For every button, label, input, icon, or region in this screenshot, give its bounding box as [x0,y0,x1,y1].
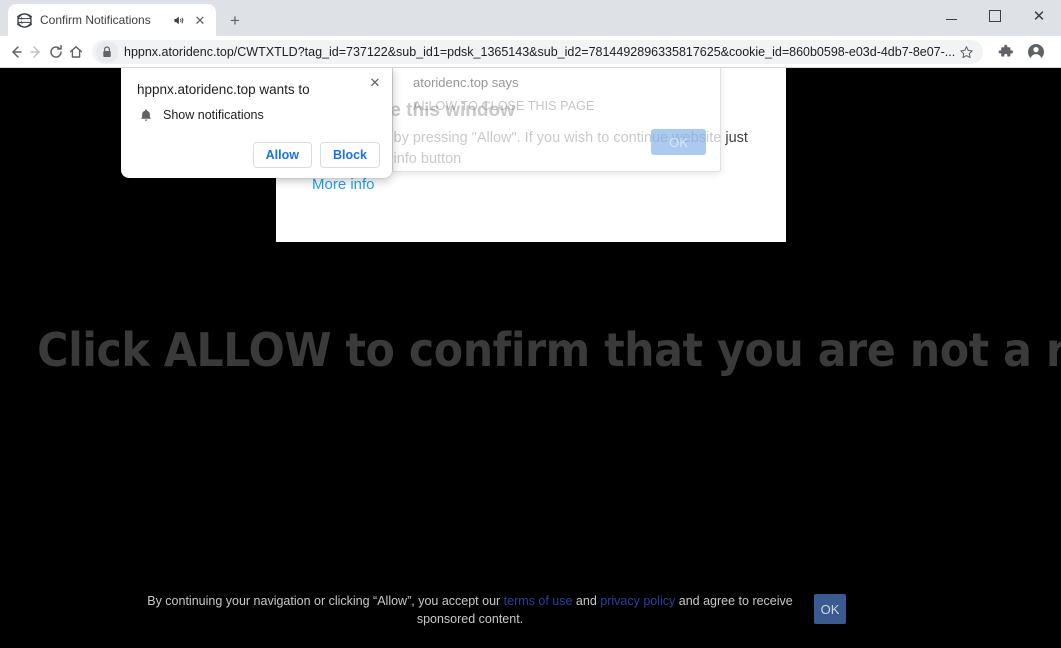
browser-toolbar: hppnx.atoridenc.top/CWTXTLD?tag_id=73712… [0,36,1061,68]
address-bar[interactable]: hppnx.atoridenc.top/CWTXTLD?tag_id=73712… [92,40,984,64]
permission-close-icon[interactable]: ✕ [366,74,384,92]
speaker-playing-icon[interactable] [170,12,186,28]
forward-button[interactable] [28,38,44,66]
three-dot-menu-icon[interactable] [1053,39,1061,65]
minimize-button[interactable] [929,0,973,32]
url-text: hppnx.atoridenc.top/CWTXTLD?tag_id=73712… [124,45,956,59]
more-info-link[interactable]: More info [312,176,375,193]
permission-title: hppnx.atoridenc.top wants to [137,82,310,97]
maximize-button[interactable] [973,0,1017,32]
consent-text-middle: and [572,594,601,608]
privacy-policy-link[interactable]: privacy policy [600,594,675,608]
close-window-button[interactable]: ✕ [1017,0,1061,32]
reload-button[interactable] [48,38,64,66]
permission-actions: Allow Block [252,142,380,168]
consent-ok-button[interactable]: OK [814,594,846,624]
page-viewport: w" to close this window can be closed by… [0,68,1061,648]
tab-strip: Confirm Notifications ✕ + ✕ [0,0,1061,36]
account-avatar-icon[interactable] [1023,39,1049,65]
alert-message: ALLOW TO CLOSE THIS PAGE [413,99,595,113]
consent-text: By continuing your navigation or clickin… [140,592,800,628]
home-button[interactable] [68,38,84,66]
consent-bar: By continuing your navigation or clickin… [0,582,1061,648]
javascript-alert-dialog: atoridenc.top says ALLOW TO CLOSE THIS P… [392,68,721,172]
consent-text-before: By continuing your navigation or clickin… [147,594,504,608]
tab-close-icon[interactable]: ✕ [192,12,208,28]
globe-icon [16,12,32,28]
allow-button[interactable]: Allow [252,142,312,168]
tab-title: Confirm Notifications [40,13,151,27]
notification-permission-popup: ✕ hppnx.atoridenc.top wants to Show noti… [121,68,392,178]
terms-of-use-link[interactable]: terms of use [504,594,573,608]
block-button[interactable]: Block [319,142,380,168]
permission-row: Show notifications [137,106,264,124]
browser-window: Confirm Notifications ✕ + ✕ hppnx.atorid… [0,0,1061,648]
alert-origin-label: atoridenc.top says [413,75,519,90]
alert-ok-button[interactable]: OK [651,129,706,155]
back-button[interactable] [8,38,24,66]
lock-icon[interactable] [96,41,118,63]
page-headline: Click ALLOW to confirm that you are not … [37,323,1061,377]
window-controls: ✕ [929,0,1061,32]
bell-icon [137,106,155,124]
new-tab-button[interactable]: + [222,8,248,34]
permission-label: Show notifications [163,108,264,122]
bookmark-star-icon[interactable] [955,41,977,63]
browser-tab[interactable]: Confirm Notifications ✕ [8,4,216,36]
puzzle-piece-icon[interactable] [993,39,1019,65]
